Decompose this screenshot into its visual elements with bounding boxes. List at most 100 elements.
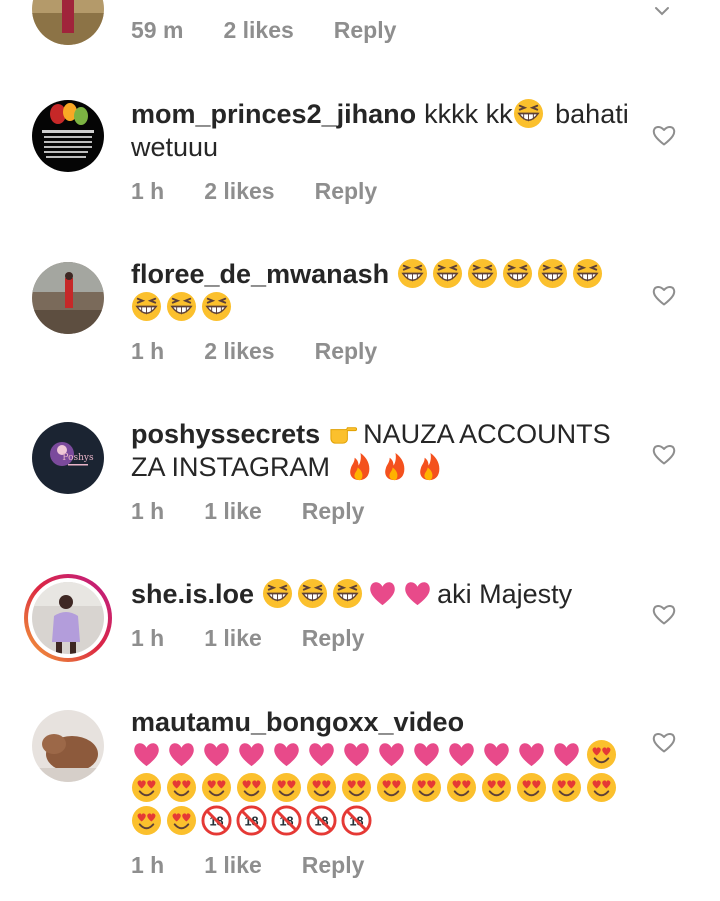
comment-meta: 1 h 2 likes Reply: [131, 338, 417, 365]
heart-eyes-face-emoji: [236, 772, 267, 803]
heart-eyes-face-emoji: [586, 772, 617, 803]
reply-button[interactable]: Reply: [302, 852, 365, 879]
heart-outline-icon[interactable]: [651, 122, 677, 148]
reply-button[interactable]: Reply: [315, 178, 378, 205]
fire-emoji: [379, 451, 410, 482]
heart-emoji: [306, 739, 337, 770]
heart-eyes-face-emoji: [551, 772, 582, 803]
comment-likes[interactable]: 1 like: [204, 625, 262, 652]
grinning-squinting-face-emoji: [467, 258, 498, 289]
comment-likes[interactable]: 1 like: [204, 852, 262, 879]
fire-emoji: [414, 451, 445, 482]
heart-emoji: [411, 739, 442, 770]
reply-button[interactable]: Reply: [315, 338, 378, 365]
comment-body: kkkk kk: [424, 99, 513, 129]
heart-eyes-face-emoji: [306, 772, 337, 803]
avatar[interactable]: [32, 100, 104, 172]
heart-eyes-face-emoji: [131, 772, 162, 803]
svg-text:Poshys: Poshys: [62, 453, 94, 463]
comment-username[interactable]: mautamu_bongoxx_video: [131, 707, 464, 737]
comment-likes[interactable]: 1 like: [204, 498, 262, 525]
comment-username[interactable]: poshyssecrets: [131, 419, 320, 449]
backhand-pointing-right-emoji: [328, 418, 359, 449]
comment-time: 1 h: [131, 498, 165, 524]
heart-eyes-face-emoji: [131, 805, 162, 836]
comment-text: she.is.loe aki Majesty: [131, 578, 631, 611]
comment-likes[interactable]: 2 likes: [204, 178, 274, 205]
heart-outline-icon[interactable]: [651, 729, 677, 755]
heart-emoji: [271, 739, 302, 770]
heart-emoji: [551, 739, 582, 770]
heart-eyes-face-emoji: [341, 772, 372, 803]
no-under-18-emoji: [341, 805, 372, 836]
heart-emoji: [402, 578, 433, 609]
heart-emoji: [367, 578, 398, 609]
grinning-squinting-face-emoji: [131, 291, 162, 322]
heart-emoji: [516, 739, 547, 770]
no-under-18-emoji: [201, 805, 232, 836]
avatar[interactable]: Poshys: [32, 422, 104, 494]
reply-button[interactable]: Reply: [302, 625, 365, 652]
comment-time: 1 h: [131, 625, 165, 651]
heart-emoji: [131, 739, 162, 770]
heart-eyes-face-emoji: [376, 772, 407, 803]
comment-time: 1 h: [131, 178, 165, 204]
comment-text: poshyssecrets NAUZA ACCOUNTS ZA INSTAGRAM: [131, 418, 631, 484]
comment-meta: 1 h 1 like Reply: [131, 498, 404, 525]
heart-emoji: [376, 739, 407, 770]
heart-emoji: [166, 739, 197, 770]
heart-eyes-face-emoji: [271, 772, 302, 803]
heart-eyes-face-emoji: [201, 772, 232, 803]
comment-likes[interactable]: 2 likes: [223, 17, 293, 44]
comment-meta: 1 h 1 like Reply: [131, 625, 404, 652]
comment-text: floree_de_mwanash: [131, 258, 631, 324]
reply-button[interactable]: Reply: [334, 17, 397, 44]
heart-eyes-face-emoji: [411, 772, 442, 803]
avatar[interactable]: [32, 262, 104, 334]
no-under-18-emoji: [271, 805, 302, 836]
heart-outline-icon[interactable]: [651, 282, 677, 308]
heart-eyes-face-emoji: [586, 739, 617, 770]
comment-text: mautamu_bongoxx_video: [131, 706, 631, 838]
heart-outline-icon[interactable]: [651, 601, 677, 627]
heart-emoji: [201, 739, 232, 770]
heart-eyes-face-emoji: [166, 805, 197, 836]
avatar[interactable]: [32, 710, 104, 782]
comment-body: aki Majesty: [437, 579, 573, 609]
heart-outline-icon[interactable]: [651, 441, 677, 467]
no-under-18-emoji: [306, 805, 337, 836]
comment-username[interactable]: floree_de_mwanash: [131, 259, 389, 289]
fire-emoji: [344, 451, 375, 482]
heart-eyes-face-emoji: [446, 772, 477, 803]
heart-emoji: [236, 739, 267, 770]
comment-meta: 1 h 1 like Reply: [131, 852, 404, 879]
reply-button[interactable]: Reply: [302, 498, 365, 525]
heart-eyes-face-emoji: [166, 772, 197, 803]
grinning-squinting-face-emoji: [432, 258, 463, 289]
comment-text: mom_princes2_jihano kkkk kk bahati wetuuu: [131, 98, 631, 164]
comment-username[interactable]: she.is.loe: [131, 579, 254, 609]
comment-time: 59 m: [131, 17, 184, 43]
comment-time: 1 h: [131, 338, 165, 364]
heart-emoji: [341, 739, 372, 770]
chevron-down-icon[interactable]: [654, 6, 670, 16]
no-under-18-emoji: [236, 805, 267, 836]
heart-emoji: [446, 739, 477, 770]
grinning-squinting-face-emoji: [262, 578, 293, 609]
comment-likes[interactable]: 2 likes: [204, 338, 274, 365]
grinning-squinting-face-emoji: [297, 578, 328, 609]
comment-username[interactable]: mom_princes2_jihano: [131, 99, 416, 129]
comment-time: 1 h: [131, 852, 165, 878]
comment-meta: 1 h 2 likes Reply: [131, 178, 417, 205]
heart-emoji: [481, 739, 512, 770]
grinning-squinting-face-emoji: [513, 98, 544, 129]
story-avatar[interactable]: [24, 574, 112, 662]
grinning-squinting-face-emoji: [572, 258, 603, 289]
grinning-squinting-face-emoji: [201, 291, 232, 322]
heart-eyes-face-emoji: [481, 772, 512, 803]
grinning-squinting-face-emoji: [166, 291, 197, 322]
grinning-squinting-face-emoji: [332, 578, 363, 609]
comment-meta: 59 m 2 likes Reply: [131, 17, 436, 44]
avatar[interactable]: [32, 0, 104, 45]
grinning-squinting-face-emoji: [502, 258, 533, 289]
